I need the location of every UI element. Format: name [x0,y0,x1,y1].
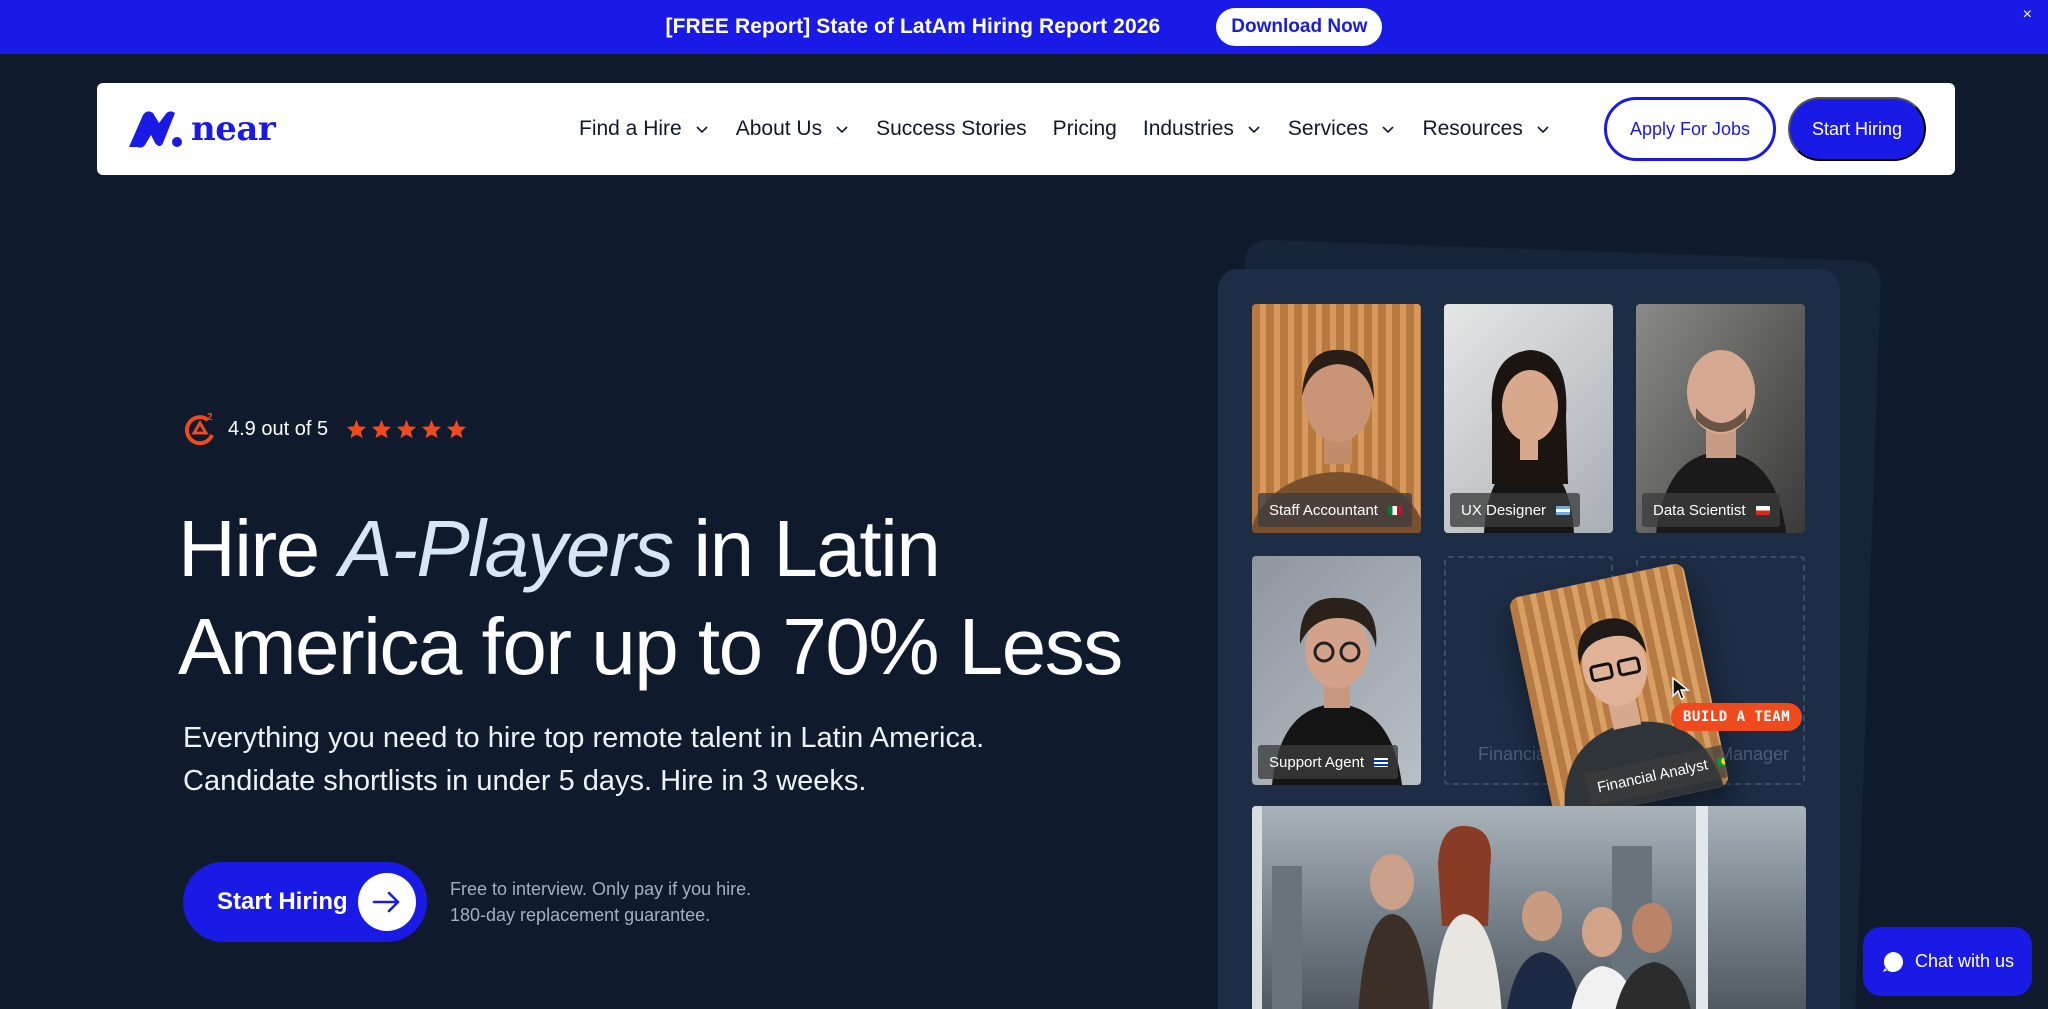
chat-label: Chat with us [1915,951,2015,971]
nav-item-services[interactable]: Services [1288,117,1397,141]
chevron-down-icon [1382,126,1395,134]
card-label: Data Scientist [1642,493,1780,527]
near-logo[interactable]: near [125,109,276,149]
talent-card-ux-designer: UX Designer [1444,304,1613,533]
apply-for-jobs-button[interactable]: Apply For Jobs [1604,97,1776,161]
rating-text: 4.9 out of 5 [228,417,329,440]
chile-flag-icon [1755,505,1770,515]
cursor-icon [1672,677,1690,700]
near-logo-mark-icon [129,111,182,148]
start-hiring-hero-button[interactable]: Start Hiring [183,862,427,942]
chat-bubble-icon [1883,951,1903,972]
talent-card-data-scientist: Data Scientist [1636,304,1805,533]
logo-wordmark: near [191,109,276,149]
download-now-button[interactable]: Download Now [1216,8,1383,46]
card-role: Staff Accountant [1269,501,1378,519]
nav-item-label: Industries [1142,117,1234,140]
main-nav: near Find a Hire About Us Success Storie… [97,83,1955,175]
slot-label: Manager [1717,744,1789,764]
arrow-right-icon [358,873,416,931]
promo-banner: [FREE Report] State of LatAm Hiring Repo… [0,0,2048,54]
slot-label: Financia [1478,744,1547,764]
g2-logo-icon: 2 [184,412,214,446]
chevron-down-icon [696,126,708,134]
nav-item-resources[interactable]: Resources [1422,117,1550,141]
nav-item-label: Find a Hire [579,117,682,140]
chevron-down-icon [836,126,848,134]
cta-note-line-1: Free to interview. Only pay if you hire. [450,879,752,899]
card-label: Support Agent [1258,745,1399,779]
subheadline-line-2: Candidate shortlists in under 5 days. Hi… [183,765,867,797]
nav-item-industries[interactable]: Industries [1143,117,1262,141]
uruguay-flag-icon [1374,757,1389,767]
chevron-down-icon [1248,126,1260,134]
card-label: UX Designer [1450,493,1581,527]
star-icon [422,419,442,439]
card-label: Staff Accountant [1258,493,1412,527]
headline-emphasis: A-Players [339,504,674,593]
nav-item-pricing[interactable]: Pricing [1053,117,1117,141]
g2-rating: 2 4.9 out of 5 [182,411,471,447]
mexico-flag-icon [1387,505,1402,515]
cta-label: Start Hiring [217,888,348,915]
star-icon [347,419,367,439]
rating-stars [346,419,471,439]
star-icon [372,419,392,439]
argentina-flag-icon [1556,505,1571,515]
card-role: Data Scientist [1653,501,1746,519]
nav-item-label: Services [1287,117,1369,140]
talent-card-support-agent: Support Agent [1252,556,1421,785]
talent-card-staff-accountant: Staff Accountant [1252,304,1421,533]
card-role: UX Designer [1461,501,1547,519]
start-hiring-nav-button[interactable]: Start Hiring [1788,97,1926,161]
headline-pre: Hire [178,504,340,593]
star-icon [397,419,417,439]
banner-text: [FREE Report] State of LatAm Hiring Repo… [665,15,1161,38]
close-icon[interactable]: × [2023,6,2032,24]
chevron-down-icon [1537,126,1549,134]
nav-item-success-stories[interactable]: Success Stories [876,117,1027,141]
nav-item-about-us[interactable]: About Us [736,117,850,141]
nav-item-label: Pricing [1052,117,1117,140]
nav-item-label: Success Stories [876,117,1027,140]
nav-item-find-a-hire[interactable]: Find a Hire [579,117,710,141]
nav-item-label: About Us [735,117,823,140]
subheadline-line-1: Everything you need to hire top remote t… [183,722,985,754]
hero-headline: Hire A-Players in Latin America for up t… [178,500,1138,696]
nav-menu: Find a Hire About Us Success Stories Pri… [579,83,1577,175]
nav-item-label: Resources [1422,117,1523,140]
team-image [1252,806,1708,1009]
card-role: Support Agent [1269,753,1365,771]
team-photo [1252,806,1806,1009]
hero-subheadline: Everything you need to hire top remote t… [183,717,1083,803]
chat-with-us-button[interactable]: Chat with us [1863,927,2032,996]
build-a-team-badge: BUILD A TEAM [1671,703,1803,731]
cta-note: Free to interview. Only pay if you hire.… [450,876,751,928]
star-icon [447,419,467,439]
cta-note-line-2: 180-day replacement guarantee. [450,905,711,925]
svg-text:2: 2 [207,412,213,423]
